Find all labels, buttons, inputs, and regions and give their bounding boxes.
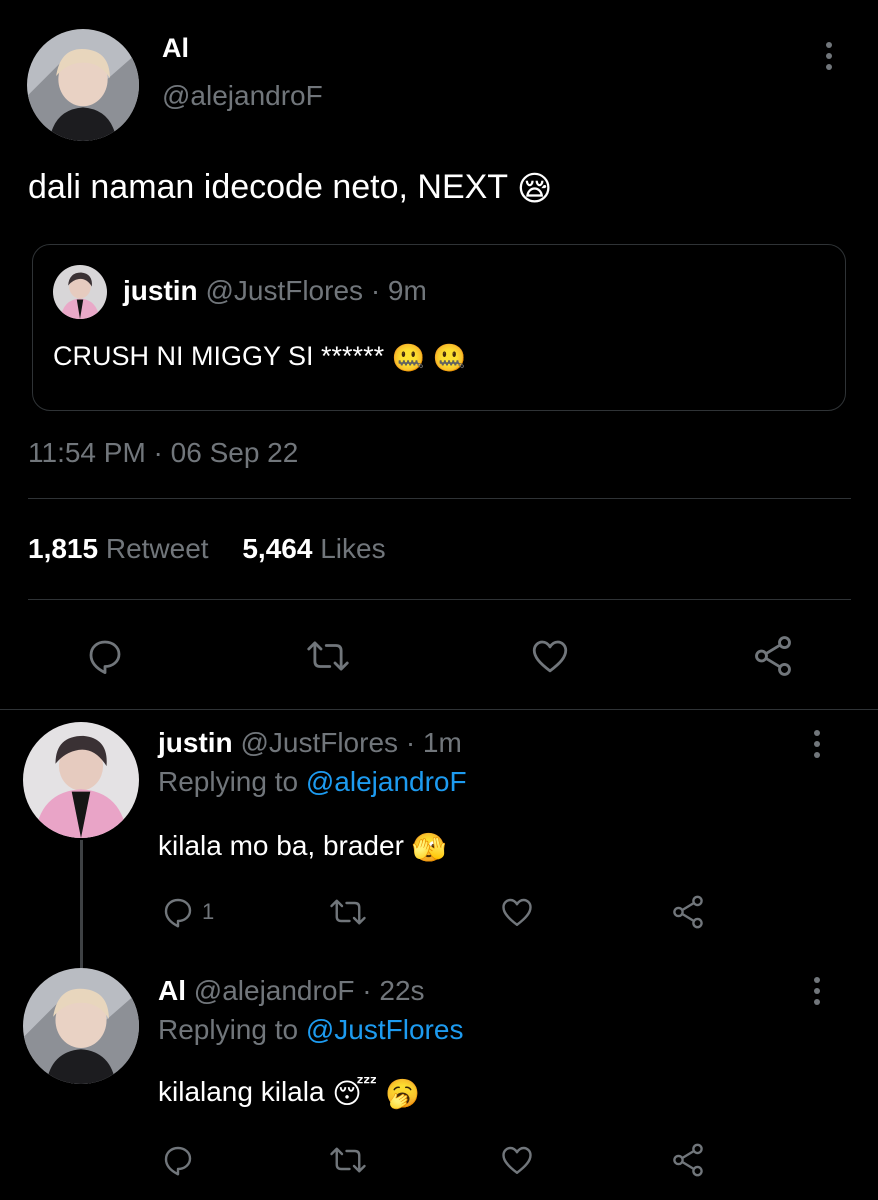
reply-avatar[interactable] <box>23 722 139 838</box>
divider <box>28 599 851 600</box>
reply-author-handle[interactable]: @JustFlores <box>240 727 398 758</box>
share-button[interactable] <box>750 633 796 679</box>
quoted-tweet-text: CRUSH NI MIGGY SI ****** 🤐 🤐 <box>53 341 466 374</box>
likes-label[interactable]: Likes <box>320 533 385 564</box>
like-button[interactable] <box>528 635 572 677</box>
reply-text-content: kilala mo ba, brader <box>158 830 404 861</box>
tweet-timestamp[interactable]: 11:54 PM · 06 Sep 22 <box>28 437 298 469</box>
replying-prefix: Replying to <box>158 1014 299 1045</box>
peeking-face-emoji: 🫣 <box>411 832 447 864</box>
reply-header: Al @alejandroF · 22s <box>158 975 425 1007</box>
reply-time: 22s <box>379 975 425 1006</box>
author-handle[interactable]: @alejandroF <box>162 80 323 112</box>
reply-icon <box>164 1146 192 1176</box>
replying-mention[interactable]: @alejandroF <box>306 766 467 797</box>
share-button[interactable] <box>669 893 707 931</box>
reply-button[interactable] <box>160 1142 202 1178</box>
retweet-button[interactable] <box>328 1142 368 1178</box>
reply-time: 1m <box>422 727 462 758</box>
quoted-tweet-header: justin @JustFlores · 9m <box>123 275 427 307</box>
retweet-button[interactable] <box>305 635 351 677</box>
heart-icon <box>532 640 568 673</box>
main-tweet-header: Al @alejandroF <box>0 0 878 150</box>
replying-mention[interactable]: @JustFlores <box>306 1014 464 1045</box>
quoted-tweet-card[interactable]: justin @JustFlores · 9m CRUSH NI MIGGY S… <box>32 244 846 411</box>
thread-line <box>80 840 83 970</box>
reply-count: 1 <box>202 899 215 924</box>
retweet-icon <box>330 899 366 925</box>
retweet-label[interactable]: Retweet <box>106 533 209 564</box>
zipper-mouth-emoji: 🤐 🤐 <box>391 342 467 373</box>
reply-separator: · <box>405 727 416 758</box>
retweet-count[interactable]: 1,815 <box>28 533 98 564</box>
reply-author-name[interactable]: justin <box>158 727 233 758</box>
tweet-stats: 1,815 Retweet 5,464 Likes <box>28 533 412 565</box>
reply-text: kilala mo ba, brader 🫣 <box>158 830 447 864</box>
reply-author-handle[interactable]: @alejandroF <box>194 975 355 1006</box>
quoted-text-content: CRUSH NI MIGGY SI ****** <box>53 341 385 371</box>
reply-button[interactable]: 1 <box>160 894 214 930</box>
reply-separator: · <box>362 975 372 1006</box>
reply-avatar[interactable] <box>23 968 139 1084</box>
retweet-icon <box>307 641 349 671</box>
replying-to: Replying to @alejandroF <box>158 766 467 798</box>
divider <box>0 709 878 710</box>
quoted-author-handle: @JustFlores <box>205 275 364 306</box>
retweet-button[interactable] <box>328 894 368 930</box>
author-name[interactable]: Al <box>162 33 189 64</box>
replying-prefix: Replying to <box>158 766 299 797</box>
reply-icon <box>89 640 121 675</box>
sleepy-face-emoji: 😪 <box>516 170 553 209</box>
more-vertical-icon[interactable] <box>805 971 829 1011</box>
share-icon <box>673 895 703 929</box>
like-button[interactable] <box>498 1142 536 1178</box>
heart-icon <box>502 1146 532 1174</box>
quoted-author-avatar <box>53 265 107 319</box>
more-vertical-icon[interactable] <box>817 36 841 76</box>
reply-icon <box>164 898 192 928</box>
reply-text-content: kilalang kilala <box>158 1076 325 1107</box>
share-icon <box>673 1143 703 1177</box>
quoted-author-name: justin <box>123 275 198 306</box>
retweet-icon <box>330 1147 366 1173</box>
quoted-time: 9m <box>387 275 427 306</box>
quoted-separator: · <box>370 275 381 306</box>
heart-icon <box>502 898 532 926</box>
replying-to: Replying to @JustFlores <box>158 1014 463 1046</box>
more-vertical-icon[interactable] <box>805 724 829 764</box>
reply-button[interactable] <box>84 635 126 677</box>
share-icon <box>755 636 791 676</box>
reply-text: kilalang kilala 😴 🥱 <box>158 1076 420 1110</box>
likes-count[interactable]: 5,464 <box>242 533 312 564</box>
reply-header: justin @JustFlores · 1m <box>158 727 462 759</box>
divider <box>28 498 851 499</box>
reply-author-name[interactable]: Al <box>158 975 186 1006</box>
author-avatar[interactable] <box>27 29 139 141</box>
like-button[interactable] <box>498 894 536 930</box>
sleeping-yawning-emoji: 😴 🥱 <box>332 1078 420 1110</box>
share-button[interactable] <box>669 1141 707 1179</box>
tweet-text-content: dali naman idecode neto, NEXT <box>28 168 508 206</box>
tweet-text: dali naman idecode neto, NEXT 😪 <box>28 168 552 209</box>
